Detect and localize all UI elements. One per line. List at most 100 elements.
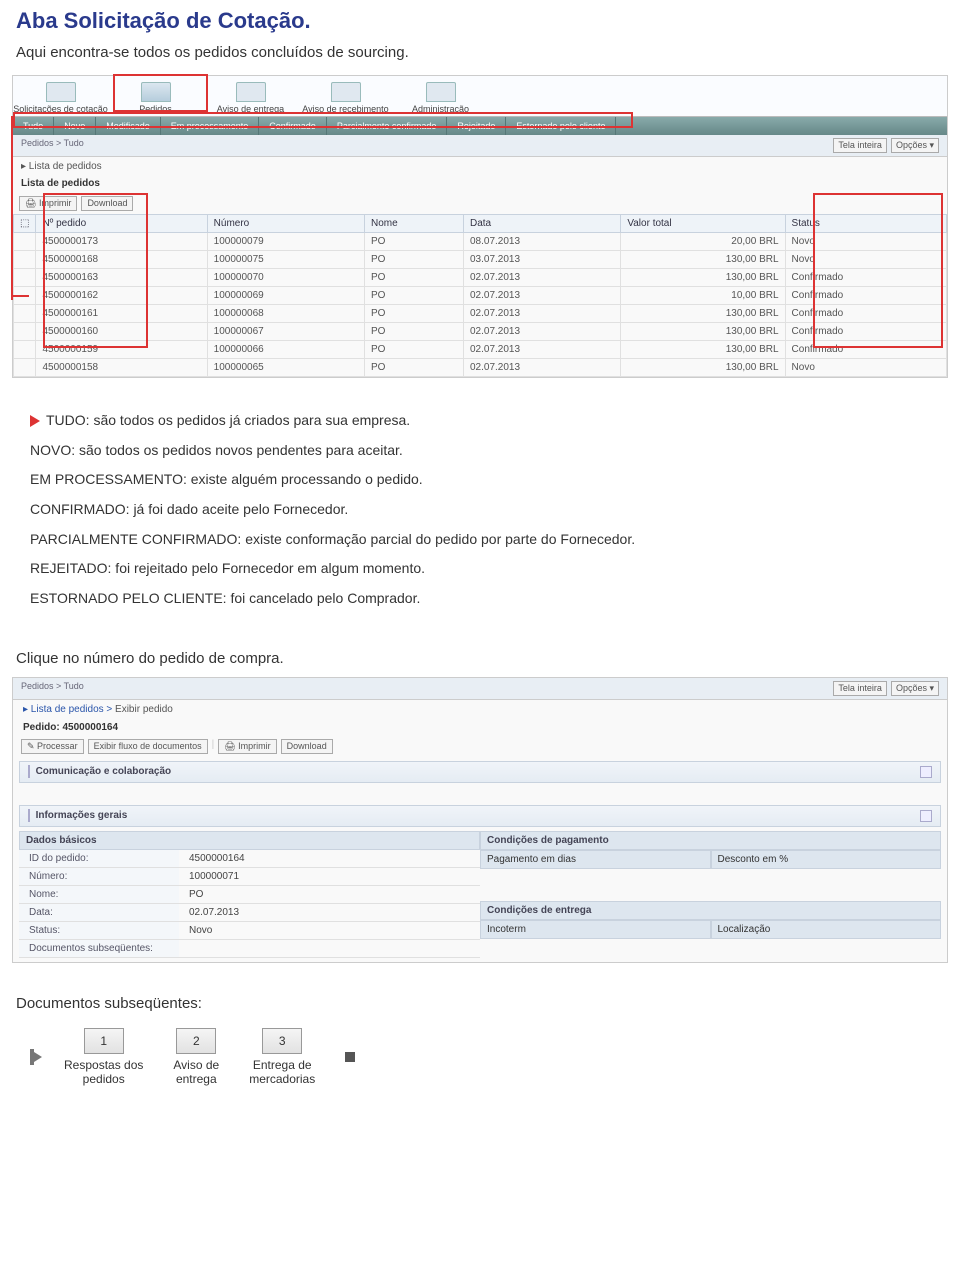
col-data[interactable]: Data [463,215,620,233]
highlight-pedidos-tab [113,74,208,112]
flow-step-2: 2 Aviso de entrega [173,1028,219,1086]
field-row: Número:100000071 [19,868,480,886]
col-localizacao: Localização [711,920,942,939]
opcoes-button[interactable]: Opções ▾ [891,681,939,696]
step-box: 3 [262,1028,302,1054]
folder-icon [331,82,361,102]
download-button[interactable]: Download [281,739,333,754]
cell-numero: 100000069 [207,287,364,305]
callout-line-horizontal [11,295,29,297]
field-value: PO [179,886,480,903]
tab-administracao[interactable]: Administração [393,76,488,116]
breadcrumb-text: Pedidos > Tudo [21,681,84,696]
col-incoterm: Incoterm [480,920,711,939]
folder-icon [426,82,456,102]
cell-valor: 10,00 BRL [621,287,785,305]
cell-valor: 130,00 BRL [621,305,785,323]
tela-inteira-button[interactable]: Tela inteira [833,681,887,696]
tab-solicitacoes[interactable]: Solicitações de cotação [13,76,108,116]
cell-nome: PO [364,269,463,287]
panel-informacoes[interactable]: Informações gerais [19,805,941,827]
cell-data: 02.07.2013 [463,341,620,359]
flow-start-icon [30,1049,34,1065]
expand-icon [28,765,30,778]
folder-icon [46,82,76,102]
breadcrumb: Pedidos > Tudo Tela inteira Opções ▾ [13,135,947,157]
list-title: Lista de pedidos [13,176,947,193]
cell-nome: PO [364,233,463,251]
field-value: 4500000164 [179,850,480,867]
field-row: Nome:PO [19,886,480,904]
cond-pagamento-header: Condições de pagamento [480,831,941,850]
cell-numero: 100000065 [207,359,364,377]
cell-numero: 100000070 [207,269,364,287]
cond-entrega-header: Condições de entrega [480,901,941,920]
tab-aviso-entrega[interactable]: Aviso de entrega [203,76,298,116]
definitions-block: TUDO: são todos os pedidos já criados pa… [0,396,960,636]
row-selector[interactable] [14,305,36,323]
field-row: Data:02.07.2013 [19,904,480,922]
field-row: Status:Novo [19,922,480,940]
collapse-icon [920,766,932,778]
row-selector[interactable] [14,269,36,287]
def-novo: NOVO: são todos os pedidos novos pendent… [30,440,930,462]
cell-valor: 130,00 BRL [621,341,785,359]
step-label: Entrega de mercadorias [249,1058,315,1086]
tab-aviso-recebimento[interactable]: Aviso de recebimento [298,76,393,116]
col-nome[interactable]: Nome [364,215,463,233]
field-label: Documentos subseqüentes: [19,940,179,957]
cell-numero: 100000067 [207,323,364,341]
def-em-processamento: EM PROCESSAMENTO: existe alguém processa… [30,469,930,491]
cell-numero: 100000075 [207,251,364,269]
cell-valor: 20,00 BRL [621,233,785,251]
highlight-status-column [813,193,943,348]
field-label: Número: [19,868,179,885]
dados-basicos: Dados básicos ID do pedido:4500000164Núm… [19,831,480,958]
row-selector[interactable] [14,233,36,251]
collapse-icon [920,810,932,822]
def-estornado: ESTORNADO PELO CLIENTE: foi cancelado pe… [30,588,930,610]
cell-data: 08.07.2013 [463,233,620,251]
cell-data: 03.07.2013 [463,251,620,269]
row-selector[interactable] [14,251,36,269]
callout-line-vertical [11,116,13,300]
col-valor[interactable]: Valor total [621,215,785,233]
row-selector[interactable] [14,359,36,377]
path: ▸ Lista de pedidos > Exibir pedido [13,700,947,719]
screenshot-order-detail: Pedidos > Tudo Tela inteira Opções ▾ ▸ L… [12,677,948,963]
row-selector-header: ⬚ [14,215,36,233]
field-value: Novo [179,922,480,939]
cell-data: 02.07.2013 [463,359,620,377]
cell-nome: PO [364,359,463,377]
def-tudo: TUDO: são todos os pedidos já criados pa… [30,410,930,432]
field-row: ID do pedido:4500000164 [19,850,480,868]
cell-nome: PO [364,287,463,305]
field-label: Status: [19,922,179,939]
field-value [179,940,480,957]
flow-step-1: 1 Respostas dos pedidos [64,1028,143,1086]
flow-end-icon [345,1052,355,1062]
processar-button[interactable]: ✎ Processar [21,739,84,754]
cell-data: 02.07.2013 [463,323,620,341]
dados-right: Condições de pagamento Pagamento em dias… [480,831,941,958]
row-selector[interactable] [14,341,36,359]
exibir-fluxo-button[interactable]: Exibir fluxo de documentos [88,739,208,754]
orders-table: ⬚ Nº pedido Número Nome Data Valor total… [13,214,947,377]
col-numero[interactable]: Número [207,215,364,233]
cell-numero: 100000066 [207,341,364,359]
cell-pedido[interactable]: 4500000158 [36,359,207,377]
cell-data: 02.07.2013 [463,287,620,305]
row-selector[interactable] [14,323,36,341]
panel-comunicacao[interactable]: Comunicação e colaboração [19,761,941,783]
cell-nome: PO [364,305,463,323]
tela-inteira-button[interactable]: Tela inteira [833,138,887,153]
path-lista-pedidos[interactable]: ▸ Lista de pedidos > [23,704,115,715]
opcoes-button[interactable]: Opções ▾ [891,138,939,153]
cell-data: 02.07.2013 [463,269,620,287]
dados-basicos-header: Dados básicos [19,831,480,850]
expand-icon [28,809,30,822]
imprimir-button[interactable]: 🖨 Imprimir [218,739,276,754]
def-parcialmente-confirmado: PARCIALMENTE CONFIRMADO: existe conforma… [30,529,930,551]
cell-valor: 130,00 BRL [621,323,785,341]
page-title: Aba Solicitação de Cotação. [0,0,960,38]
